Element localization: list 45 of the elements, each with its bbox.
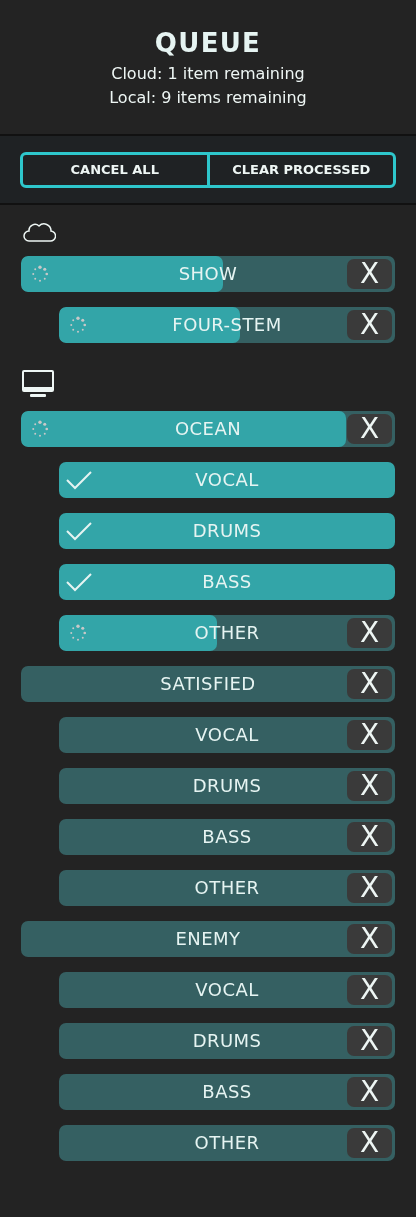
queue-action-button[interactable]: CLEAR PROCESSED bbox=[206, 154, 393, 185]
queue-title: QUEUE bbox=[154, 28, 262, 58]
item-label: VOCAL bbox=[195, 979, 259, 1001]
checkmark-icon bbox=[65, 469, 93, 491]
item-label: SATISFIED bbox=[160, 673, 256, 695]
spinner-icon bbox=[69, 624, 87, 642]
monitor-icon bbox=[22, 370, 54, 398]
checkmark-icon bbox=[65, 571, 93, 593]
item-label: VOCAL bbox=[195, 724, 259, 746]
item-label: OCEAN bbox=[174, 418, 242, 440]
item-label: OTHER bbox=[194, 622, 260, 644]
queue-action-button[interactable]: CANCEL ALL bbox=[23, 154, 207, 185]
remove-button[interactable]: X bbox=[347, 873, 392, 903]
item-label: OTHER bbox=[194, 877, 260, 899]
spinner-icon bbox=[31, 420, 49, 438]
item-label: VOCAL bbox=[195, 469, 259, 491]
item-label: SHOW bbox=[178, 263, 238, 285]
item-label: BASS bbox=[202, 1081, 252, 1103]
remove-button[interactable]: X bbox=[347, 1128, 392, 1158]
item-label: OTHER bbox=[194, 1132, 260, 1154]
remove-button[interactable]: X bbox=[347, 1026, 392, 1056]
item-label: DRUMS bbox=[192, 520, 262, 542]
item-label: DRUMS bbox=[192, 775, 262, 797]
remove-button[interactable]: X bbox=[347, 669, 392, 699]
remove-button[interactable]: X bbox=[347, 618, 392, 648]
remove-button[interactable]: X bbox=[347, 1077, 392, 1107]
item-label: BASS bbox=[202, 826, 252, 848]
remove-button[interactable]: X bbox=[347, 259, 392, 289]
remove-button[interactable]: X bbox=[347, 720, 392, 750]
item-label: FOUR-STEM bbox=[172, 314, 282, 336]
remove-button[interactable]: X bbox=[347, 822, 392, 852]
remove-button[interactable]: X bbox=[347, 310, 392, 340]
remove-button[interactable]: X bbox=[347, 975, 392, 1005]
remaining-count: Local: 9 items remaining bbox=[109, 87, 307, 109]
item-label: BASS bbox=[202, 571, 252, 593]
remaining-count: Cloud: 1 item remaining bbox=[111, 63, 305, 85]
remove-button[interactable]: X bbox=[347, 771, 392, 801]
remove-button[interactable]: X bbox=[347, 414, 392, 444]
remove-button[interactable]: X bbox=[347, 924, 392, 954]
spinner-icon bbox=[31, 265, 49, 283]
spinner-icon bbox=[69, 316, 87, 334]
cloud-icon bbox=[21, 221, 56, 243]
checkmark-icon bbox=[65, 520, 93, 542]
item-label: DRUMS bbox=[192, 1030, 262, 1052]
item-label: ENEMY bbox=[175, 928, 241, 950]
